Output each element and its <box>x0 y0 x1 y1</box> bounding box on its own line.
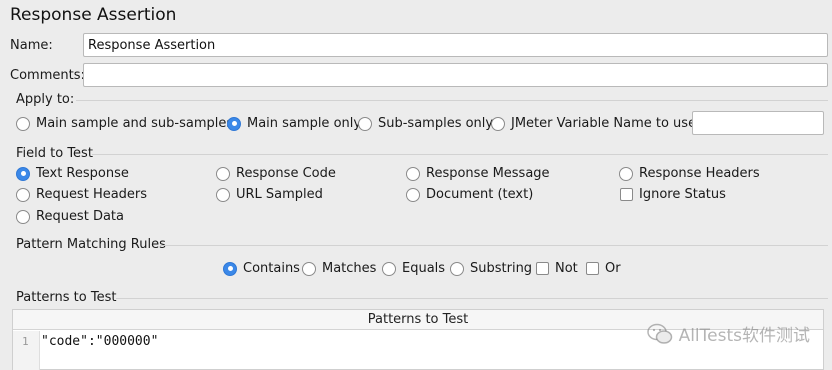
patterns-divider <box>116 298 828 299</box>
field-request-headers-label: Request Headers <box>36 187 148 202</box>
radio-unselected-icon <box>16 209 30 224</box>
pattern-row-value[interactable]: "code":"000000" <box>41 334 158 349</box>
comments-label: Comments: <box>10 68 85 83</box>
radio-selected-icon <box>223 261 237 276</box>
radio-selected-icon <box>227 116 241 131</box>
radio-unselected-icon <box>450 261 464 276</box>
ignore-status-label: Ignore Status <box>639 187 726 202</box>
radio-unselected-icon <box>16 187 30 202</box>
wechat-icon <box>646 323 672 344</box>
field-url-sampled-label: URL Sampled <box>236 187 323 202</box>
radio-unselected-icon <box>16 116 30 131</box>
apply-sub-only-label: Sub-samples only <box>378 116 494 131</box>
apply-jmeter-variable-label: JMeter Variable Name to use <box>511 116 697 131</box>
checkbox-unchecked-icon <box>536 262 549 275</box>
apply-main-only-label: Main sample only <box>247 116 362 131</box>
radio-unselected-icon <box>619 166 633 181</box>
rule-contains-label: Contains <box>243 261 300 276</box>
line-number: 1 <box>22 335 29 348</box>
field-response-code-label: Response Code <box>236 166 336 181</box>
patterns-heading: Patterns to Test <box>16 290 117 305</box>
rule-contains-radio[interactable]: Contains <box>223 261 300 276</box>
radio-unselected-icon <box>406 187 420 202</box>
panel-title: Response Assertion <box>10 5 177 25</box>
radio-unselected-icon <box>358 116 372 131</box>
rule-or-label: Or <box>605 261 621 276</box>
pattern-matching-heading: Pattern Matching Rules <box>16 237 166 252</box>
name-input[interactable] <box>83 33 828 57</box>
field-text-response-label: Text Response <box>36 166 129 181</box>
rule-not-checkbox[interactable]: Not <box>536 261 578 276</box>
radio-unselected-icon <box>406 166 420 181</box>
comments-input[interactable] <box>83 63 828 87</box>
radio-unselected-icon <box>382 261 396 276</box>
radio-unselected-icon <box>216 187 230 202</box>
apply-to-divider <box>76 100 828 101</box>
rule-substring-label: Substring <box>470 261 533 276</box>
rule-equals-radio[interactable]: Equals <box>382 261 445 276</box>
apply-jmeter-variable-radio[interactable]: JMeter Variable Name to use <box>491 116 696 131</box>
apply-to-heading: Apply to: <box>16 92 75 107</box>
field-response-message-radio[interactable]: Response Message <box>406 166 550 181</box>
apply-sub-only-radio[interactable]: Sub-samples only <box>358 116 493 131</box>
jmeter-variable-input[interactable] <box>692 111 824 135</box>
rule-matches-radio[interactable]: Matches <box>302 261 376 276</box>
field-request-headers-radio[interactable]: Request Headers <box>16 187 147 202</box>
radio-selected-icon <box>16 166 30 181</box>
field-url-sampled-radio[interactable]: URL Sampled <box>216 187 323 202</box>
apply-main-only-radio[interactable]: Main sample only <box>227 116 361 131</box>
line-number-gutter: 1 <box>13 331 40 370</box>
field-request-data-radio[interactable]: Request Data <box>16 209 124 224</box>
name-label: Name: <box>10 38 53 53</box>
radio-unselected-icon <box>302 261 316 276</box>
pattern-matching-divider <box>160 245 828 246</box>
checkbox-unchecked-icon <box>586 262 599 275</box>
rule-substring-radio[interactable]: Substring <box>450 261 532 276</box>
field-document-text-radio[interactable]: Document (text) <box>406 187 533 202</box>
apply-main-and-sub-label: Main sample and sub-samples <box>36 116 234 131</box>
rule-not-label: Not <box>555 261 578 276</box>
radio-unselected-icon <box>491 116 505 131</box>
rule-equals-label: Equals <box>402 261 446 276</box>
rule-or-checkbox[interactable]: Or <box>586 261 621 276</box>
radio-unselected-icon <box>216 166 230 181</box>
ignore-status-checkbox[interactable]: Ignore Status <box>620 187 726 202</box>
field-response-headers-radio[interactable]: Response Headers <box>619 166 760 181</box>
field-response-code-radio[interactable]: Response Code <box>216 166 336 181</box>
field-response-headers-label: Response Headers <box>639 166 760 181</box>
field-text-response-radio[interactable]: Text Response <box>16 166 129 181</box>
rule-matches-label: Matches <box>322 261 377 276</box>
field-to-test-divider <box>92 154 828 155</box>
field-to-test-heading: Field to Test <box>16 146 93 161</box>
watermark: AllTests软件测试 <box>646 321 810 346</box>
field-document-text-label: Document (text) <box>426 187 534 202</box>
field-response-message-label: Response Message <box>426 166 550 181</box>
watermark-text: AllTests软件测试 <box>678 326 810 346</box>
field-request-data-label: Request Data <box>36 209 124 224</box>
checkbox-unchecked-icon <box>620 188 633 201</box>
apply-main-and-sub-radio[interactable]: Main sample and sub-samples <box>16 116 233 131</box>
